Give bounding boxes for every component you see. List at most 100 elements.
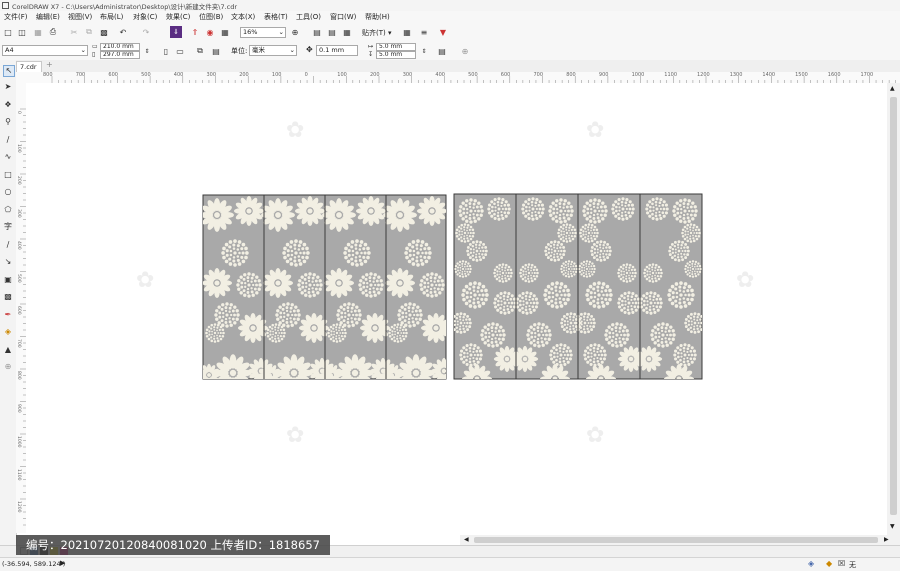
new-document-icon[interactable]: □: [2, 26, 14, 38]
scroll-left-icon[interactable]: ◀: [464, 536, 469, 543]
add-icon[interactable]: ⊕: [459, 45, 471, 57]
spinner-icon[interactable]: ⇕: [141, 45, 153, 57]
options-icon[interactable]: ▦: [401, 26, 413, 38]
snap-to-label: 贴齐(T): [362, 29, 386, 37]
nudge-distance-field[interactable]: 0.1 mm: [316, 45, 358, 56]
treat-as-filled-icon[interactable]: ▤: [436, 45, 448, 57]
landscape-icon[interactable]: ▭: [174, 45, 186, 57]
transparency-icon[interactable]: ▩: [3, 292, 13, 302]
dup-x-icon: ↦: [368, 43, 374, 50]
ruler-label: 700: [533, 72, 544, 78]
align-icon[interactable]: ≡: [418, 26, 430, 38]
menu-file[interactable]: 文件(F): [4, 12, 28, 22]
menu-tools[interactable]: 工具(O): [296, 12, 321, 22]
eyedropper-icon[interactable]: ✒: [3, 310, 13, 320]
duplicate-y-field[interactable]: 5.0 mm: [376, 51, 416, 59]
vertical-scrollbar[interactable]: ▲ ▼: [887, 83, 900, 535]
ellipse-tool-icon[interactable]: ○: [3, 187, 13, 197]
rectangle-tool-icon[interactable]: □: [3, 170, 13, 180]
zoom-icon[interactable]: ⊕: [289, 26, 301, 38]
page-height-field[interactable]: 297.0 mm: [100, 51, 140, 59]
ruler-label: 400: [435, 72, 445, 78]
new-tab-icon[interactable]: +: [46, 60, 53, 69]
all-pages-icon[interactable]: ⧉: [194, 45, 206, 57]
text-tool-icon[interactable]: 字: [3, 222, 13, 232]
duplicate-x-field[interactable]: 5.0 mm: [376, 43, 416, 51]
smart-fill-icon[interactable]: ▲: [3, 345, 13, 355]
menu-layout[interactable]: 布局(L): [100, 12, 123, 22]
cut-icon[interactable]: ✂: [68, 26, 80, 38]
menu-table[interactable]: 表格(T): [264, 12, 288, 22]
full-screen-icon[interactable]: ▤: [311, 26, 323, 38]
app-launcher-icon[interactable]: ▦: [219, 26, 231, 38]
zoom-tool-icon[interactable]: ⚲: [3, 117, 13, 127]
freehand-tool-icon[interactable]: ∕: [3, 135, 13, 145]
redo-icon[interactable]: ↷: [140, 26, 152, 38]
current-page-icon[interactable]: ▤: [210, 45, 222, 57]
ruler-label: 800: [566, 72, 576, 78]
save-icon[interactable]: ▦: [32, 26, 44, 38]
menu-bitmaps[interactable]: 位图(B): [199, 12, 223, 22]
menu-object[interactable]: 对象(C): [133, 12, 157, 22]
page-width-field[interactable]: 210.0 mm: [100, 43, 140, 51]
horizontal-scroll-thumb[interactable]: [474, 537, 878, 543]
horizontal-scrollbar[interactable]: ◀ ▶: [460, 535, 900, 545]
spinner-icon[interactable]: ⇕: [418, 45, 430, 57]
publish-pdf-icon[interactable]: ◉: [204, 26, 216, 38]
paste-icon[interactable]: ▩: [98, 26, 110, 38]
open-folder-icon[interactable]: ◫: [16, 26, 28, 38]
snap-to-menu[interactable]: 贴齐(T) ▾: [362, 28, 392, 38]
status-bar: (-36.594, 589.124 ) ▶ ◈ ◆ ☒ 无: [0, 557, 900, 571]
vruler-label: 900: [16, 403, 21, 413]
launch-icon[interactable]: ▼: [437, 26, 449, 38]
fill-indicator-icon[interactable]: ◈: [808, 559, 814, 568]
copy-icon[interactable]: ⧉: [83, 26, 95, 38]
menu-text[interactable]: 文本(X): [231, 12, 255, 22]
units-select[interactable]: 毫米 ⌄: [249, 45, 297, 56]
scroll-right-icon[interactable]: ▶: [884, 536, 889, 543]
document-tab[interactable]: 7.cdr: [16, 61, 42, 72]
ruler-label: 1700: [860, 72, 874, 78]
drop-shadow-icon[interactable]: ▣: [3, 275, 13, 285]
scroll-down-icon[interactable]: ▼: [890, 523, 895, 530]
rulers-icon[interactable]: ▤: [326, 26, 338, 38]
ruler-label: 300: [402, 72, 413, 78]
zoom-level-select[interactable]: 16% ⌄: [240, 27, 286, 38]
menu-edit[interactable]: 编辑(E): [36, 12, 60, 22]
vruler-label: 1100: [16, 468, 21, 480]
ruler-label: 100: [271, 72, 282, 78]
vertical-scroll-thumb[interactable]: [890, 97, 897, 515]
shape-tool-icon[interactable]: ➤: [3, 82, 13, 92]
interactive-fill-icon[interactable]: ◈: [3, 327, 13, 337]
menu-view[interactable]: 视图(V): [68, 12, 92, 22]
undo-icon[interactable]: ↶: [117, 26, 129, 38]
artistic-media-icon[interactable]: ∿: [3, 152, 13, 162]
guidelines-icon[interactable]: ▦: [341, 26, 353, 38]
play-icon[interactable]: ▶: [60, 559, 65, 567]
ruler-label: 100: [337, 72, 347, 78]
screen-b[interactable]: [450, 193, 706, 394]
print-icon[interactable]: ⎙: [47, 26, 59, 38]
width-icon: ▭: [92, 43, 98, 50]
parallel-dimension-icon[interactable]: ∕: [3, 240, 13, 250]
portrait-icon[interactable]: ▯: [160, 45, 172, 57]
screen-a[interactable]: [198, 194, 457, 392]
scroll-up-icon[interactable]: ▲: [890, 85, 895, 92]
screen-design-artwork[interactable]: [26, 83, 887, 535]
crop-tool-icon[interactable]: ❖: [3, 100, 13, 110]
page-size-value: A4: [5, 46, 14, 54]
polygon-tool-icon[interactable]: ⬠: [3, 205, 13, 215]
export-icon[interactable]: ⇑: [189, 26, 201, 38]
outline-indicator-icon[interactable]: ◆: [826, 559, 832, 568]
drawing-canvas[interactable]: ✿ ✿ ✿ ✿ ✿ ✿: [26, 83, 887, 535]
page-size-select[interactable]: A4 ⌄: [2, 45, 88, 56]
ruler-label: 1000: [631, 72, 645, 78]
menu-help[interactable]: 帮助(H): [365, 12, 390, 22]
pick-tool-icon[interactable]: ↖: [3, 65, 15, 77]
menu-window[interactable]: 窗口(W): [330, 12, 356, 22]
import-icon[interactable]: ⇓: [170, 26, 182, 38]
connector-tool-icon[interactable]: ↘: [3, 257, 13, 267]
add-tool-icon[interactable]: ⊕: [3, 362, 13, 372]
vruler-label: 500: [16, 273, 21, 283]
menu-effects[interactable]: 效果(C): [166, 12, 190, 22]
